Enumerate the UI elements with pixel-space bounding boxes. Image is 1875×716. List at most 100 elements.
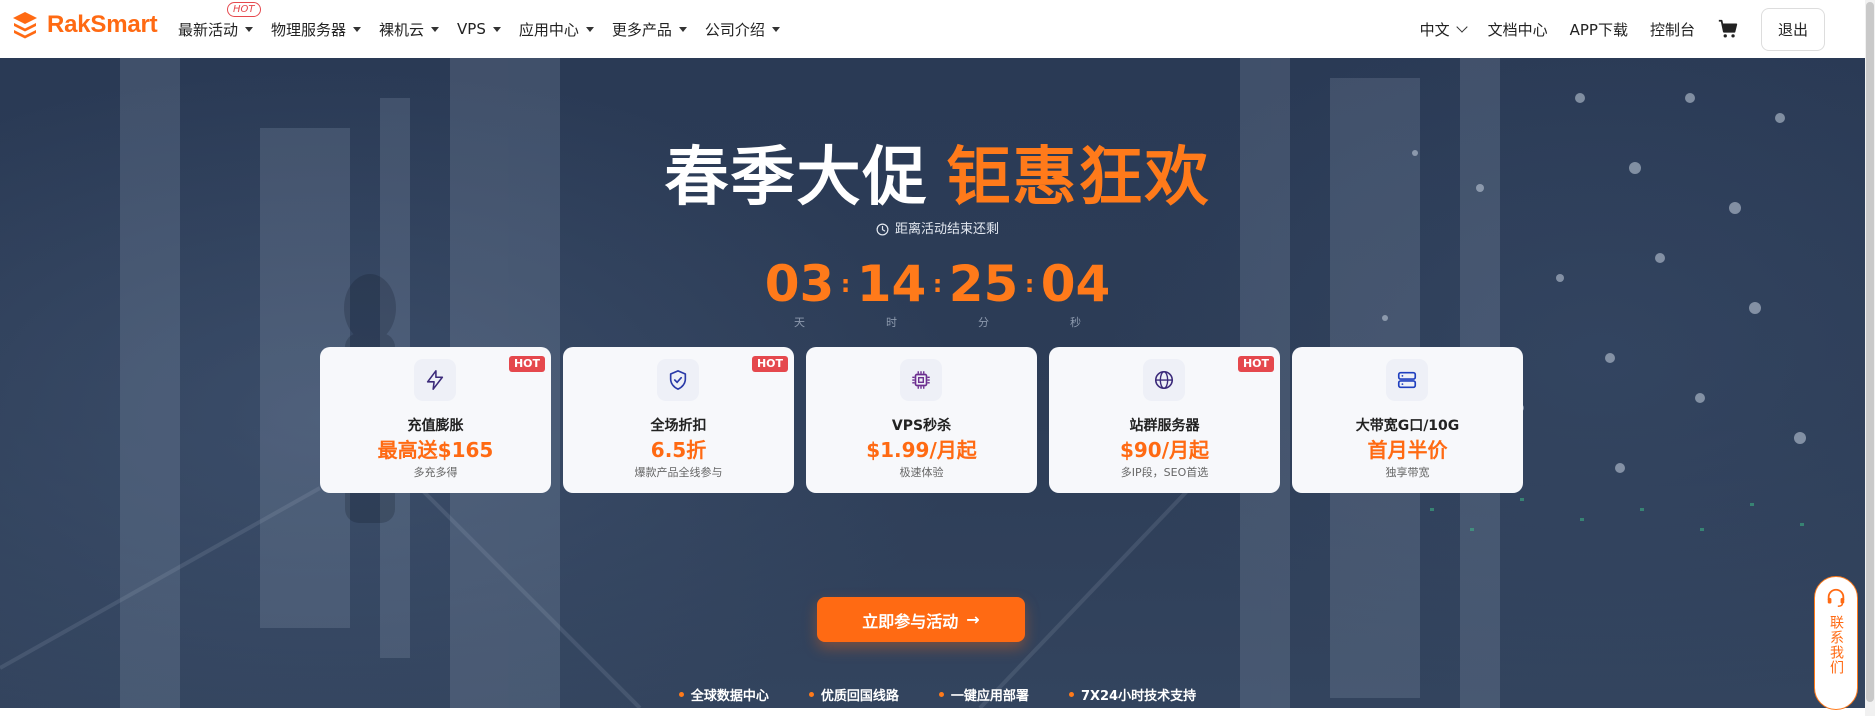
feature-text: 7X24小时技术支持 (1080, 689, 1197, 704)
card-icon-wrap (1386, 359, 1428, 401)
card-icon-wrap (1143, 359, 1185, 401)
card-value: $90/月起 (1119, 438, 1210, 462)
nav-label: 公司介绍 (704, 20, 765, 39)
nav-latest-activity[interactable]: 最新活动 HOT (178, 1, 261, 40)
nav-physical-servers[interactable]: 物理服务器 (271, 19, 362, 40)
nav-label: 应用中心 (518, 20, 579, 39)
card-subtitle: 多充多得 (413, 466, 458, 479)
card-title: 充值膨胀 (407, 418, 464, 434)
feature-item: 优质回国线路 (808, 685, 899, 704)
language-selector[interactable]: 中文 (1420, 19, 1468, 40)
app-download-link[interactable]: APP下载 (1570, 19, 1628, 40)
countdown-separator: : (1024, 270, 1035, 298)
countdown-seconds: 04 秒 (1037, 256, 1115, 330)
caret-down-icon (771, 26, 780, 32)
card-icon-wrap (414, 359, 456, 401)
card-subtitle: 独享带宽 (1385, 466, 1430, 479)
caret-down-icon (245, 26, 254, 32)
globe-icon (1154, 370, 1174, 390)
logout-button[interactable]: 退出 (1760, 7, 1825, 51)
nav-label: 更多产品 (611, 20, 672, 39)
utility-nav: 中文 文档中心 APP下载 控制台 退出 (1398, 0, 1825, 58)
promo-headline: 春季大促 钜惠狂欢 (0, 126, 1875, 218)
hot-badge: HOT (508, 356, 545, 372)
nav-more-products[interactable]: 更多产品 (612, 19, 687, 40)
promo-card-site-group-server[interactable]: HOT 站群服务器 $90/月起 多IP段，SEO首选 (1049, 347, 1280, 493)
nav-vps[interactable]: VPS (457, 20, 501, 38)
caret-down-icon (431, 26, 440, 32)
server-icon (1397, 371, 1417, 389)
headline-orange-text: 钜惠狂欢 (946, 141, 1211, 215)
brand-name: RakSmart (47, 11, 158, 38)
card-value: 首月半价 (1367, 438, 1448, 462)
promo-card-discount[interactable]: HOT 全场折扣 6.5折 爆款产品全线参与 (563, 347, 794, 493)
bullet-dot-icon (938, 692, 944, 697)
headline-white-text: 春季大促 (664, 141, 929, 215)
card-title: 大带宽G口/10G (1355, 418, 1460, 434)
page-scrollbar[interactable] (1865, 0, 1875, 716)
nav-bare-metal-cloud[interactable]: 裸机云 (379, 19, 440, 40)
promo-cards: HOT 充值膨胀 最高送$165 多充多得 HOT 全场折扣 6.5折 爆款产品… (320, 347, 1535, 493)
nav-label: 最新活动 (178, 20, 239, 39)
countdown-value: 14 (856, 255, 927, 313)
card-icon-wrap (900, 359, 942, 401)
bullet-dot-icon (1068, 692, 1074, 697)
caret-down-icon (492, 26, 501, 32)
feature-item: 7X24小时技术支持 (1068, 685, 1197, 704)
card-value: 最高送$165 (377, 438, 494, 462)
feature-text: 全球数据中心 (690, 689, 769, 704)
bullet-dot-icon (808, 692, 814, 697)
feature-item: 一键应用部署 (938, 685, 1029, 704)
card-value: 6.5折 (650, 438, 707, 462)
promo-card-bandwidth[interactable]: 大带宽G口/10G 首月半价 独享带宽 (1292, 347, 1523, 493)
caret-down-icon (353, 26, 362, 32)
countdown-unit: 分 (978, 316, 989, 329)
brand-logo[interactable]: RakSmart (10, 10, 158, 40)
cta-label: 立即参与活动 (862, 611, 959, 631)
countdown-separator: : (840, 270, 851, 298)
nav-label: 裸机云 (379, 20, 425, 39)
promo-card-vps-flash[interactable]: VPS秒杀 $1.99/月起 极速体验 (806, 347, 1037, 493)
raksmart-logo-icon (13, 12, 37, 39)
card-subtitle: 爆款产品全线参与 (634, 466, 723, 479)
console-link[interactable]: 控制台 (1650, 19, 1695, 40)
card-title: VPS秒杀 (891, 418, 952, 434)
lightning-icon (426, 370, 444, 390)
join-activity-button[interactable]: 立即参与活动 → (817, 597, 1025, 642)
card-subtitle: 多IP段，SEO首选 (1120, 466, 1209, 479)
chevron-down-icon (1455, 21, 1468, 33)
countdown-value: 25 (948, 255, 1019, 313)
feature-text: 优质回国线路 (820, 689, 899, 704)
feature-item: 全球数据中心 (678, 685, 769, 704)
nav-label: 物理服务器 (271, 20, 347, 39)
promo-hero: 春季大促 钜惠狂欢 距离活动结束还剩 03 天 : 14 时 : 25 分 : 0… (0, 58, 1875, 708)
countdown-value: 03 (764, 255, 835, 313)
contact-us-label: 联系我们 (1828, 615, 1844, 675)
card-title: 全场折扣 (650, 418, 707, 434)
bullet-dot-icon (678, 692, 684, 697)
countdown-unit: 秒 (1070, 316, 1081, 329)
hot-badge: HOT (227, 1, 261, 17)
nav-app-center[interactable]: 应用中心 (519, 19, 594, 40)
shopping-cart-icon[interactable] (1717, 18, 1739, 40)
card-icon-wrap (657, 359, 699, 401)
top-navbar: RakSmart 最新活动 HOT 物理服务器 裸机云 VPS 应用中心 更多产… (0, 0, 1875, 58)
feature-text: 一键应用部署 (950, 689, 1029, 704)
cpu-chip-icon (912, 371, 930, 389)
contact-us-floating-button[interactable]: 联系我们 (1814, 576, 1858, 710)
countdown-days: 03 天 (761, 256, 839, 330)
promo-card-recharge[interactable]: HOT 充值膨胀 最高送$165 多充多得 (320, 347, 551, 493)
headset-icon (1827, 588, 1845, 607)
docs-link[interactable]: 文档中心 (1488, 19, 1548, 40)
caret-down-icon (585, 26, 594, 32)
scrollbar-thumb[interactable] (1866, 2, 1874, 702)
nav-label: VPS (457, 20, 486, 38)
caret-down-icon (678, 26, 687, 32)
hot-badge: HOT (1237, 356, 1274, 372)
countdown-caption-text: 距离活动结束还剩 (894, 222, 999, 237)
card-value: $1.99/月起 (866, 438, 977, 462)
countdown-caption: 距离活动结束还剩 (0, 218, 1875, 237)
countdown-hours: 14 时 (853, 256, 931, 330)
nav-company-intro[interactable]: 公司介绍 (705, 19, 780, 40)
clock-icon (876, 223, 889, 236)
